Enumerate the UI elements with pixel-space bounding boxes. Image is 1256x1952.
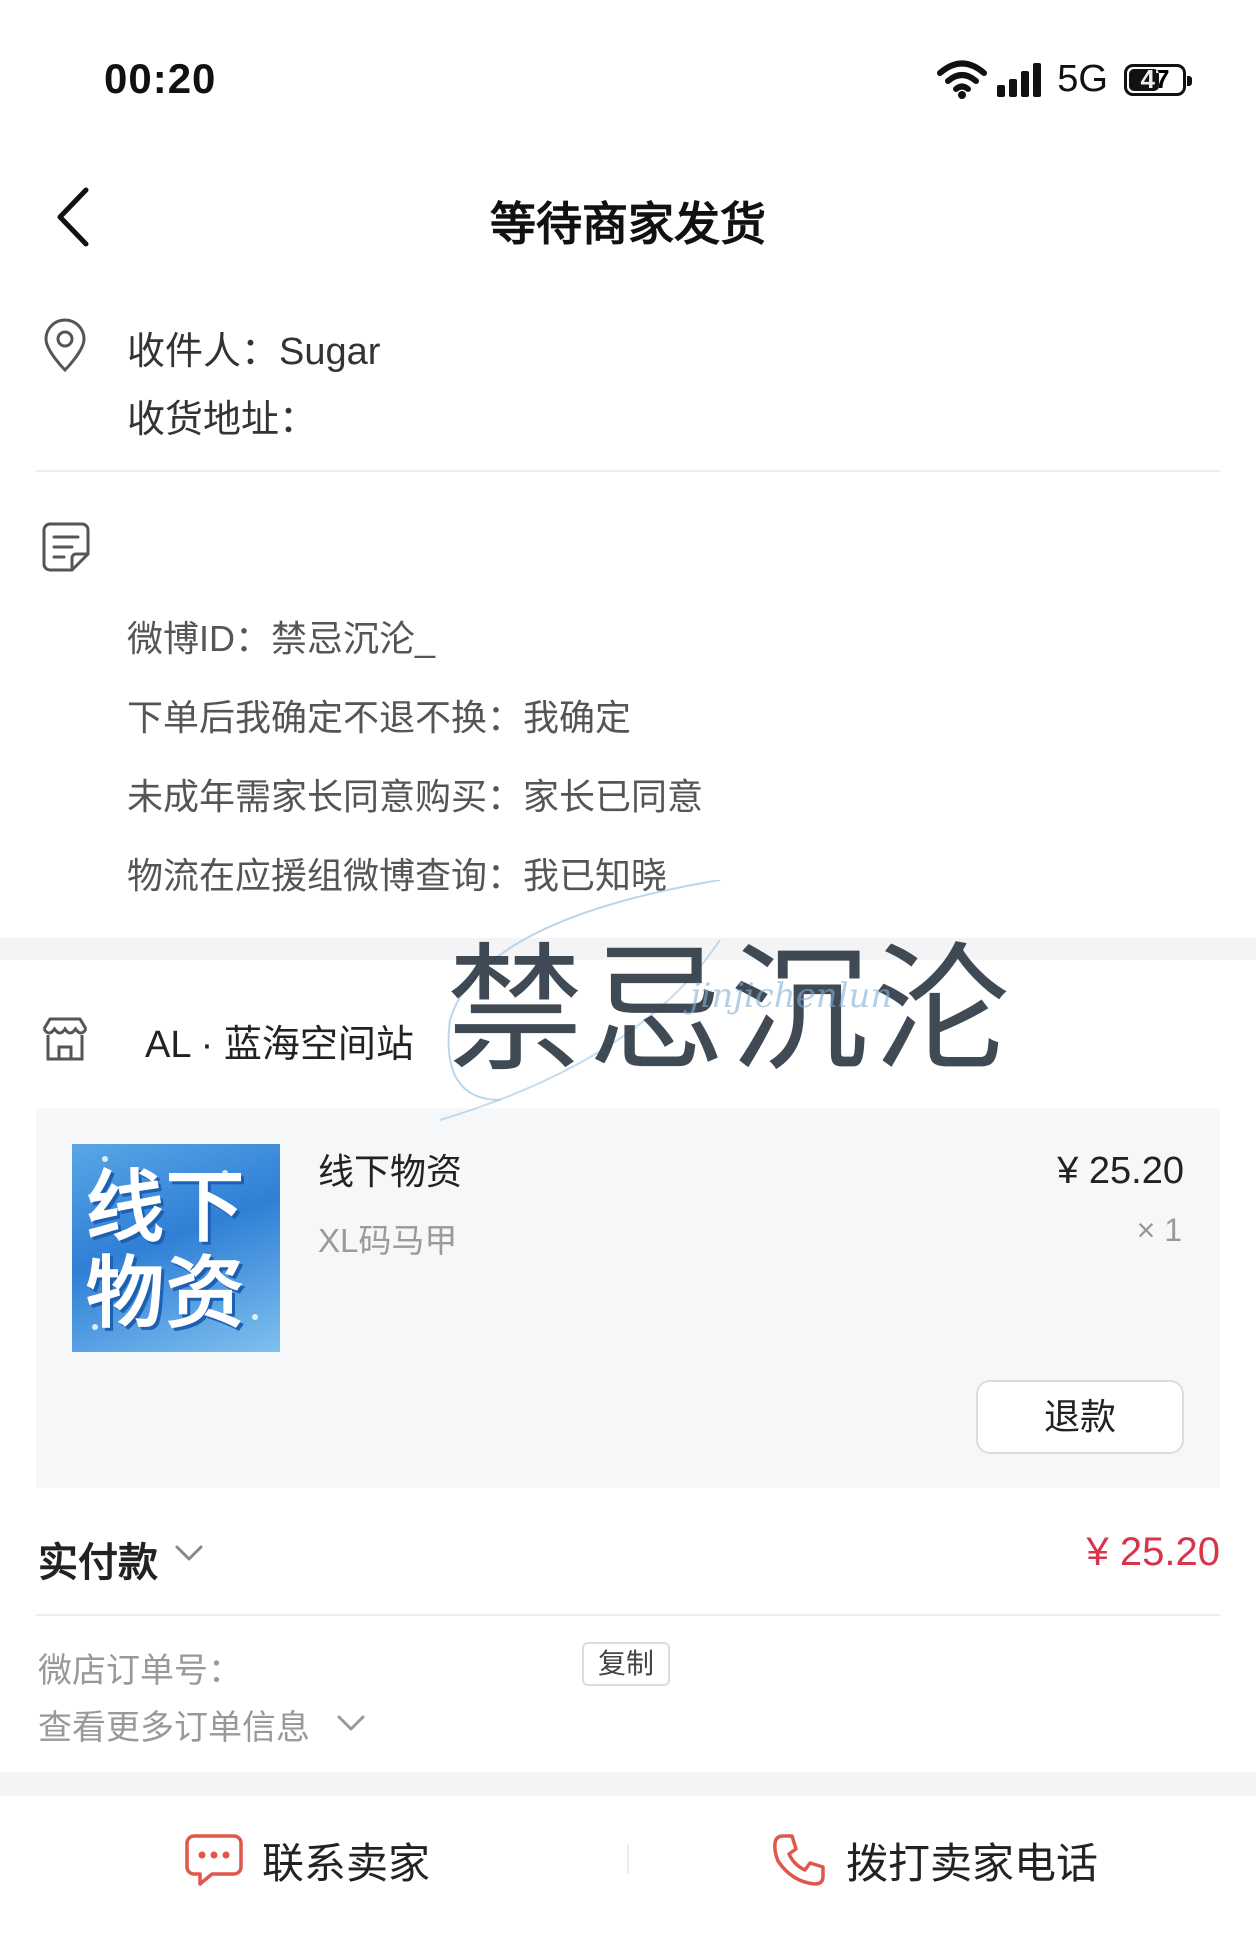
chat-bubble-icon — [185, 1834, 243, 1886]
watermark-script: jinjichenlun — [690, 976, 893, 1016]
chevron-down-icon[interactable] — [172, 1536, 206, 1570]
call-seller-button[interactable]: 拨打卖家电话 — [770, 1820, 1098, 1900]
shop-name[interactable]: AL · 蓝海空间站 — [145, 1013, 414, 1068]
battery-icon: 47 — [1124, 63, 1192, 96]
remark-line: 未成年需家长同意购买：家长已同意 — [127, 776, 704, 817]
phone-icon — [773, 1834, 825, 1886]
product-name: 线下物资 — [318, 1151, 463, 1192]
contact-seller-button[interactable]: 联系卖家 — [184, 1820, 430, 1900]
section-gap — [0, 938, 1256, 960]
status-indicators: 5G 47 — [937, 58, 1192, 101]
remark-line: 物流在应援组微博查询：我已知晓 — [127, 855, 668, 896]
chevron-down-icon[interactable] — [334, 1706, 368, 1740]
address-section[interactable]: 收件人：Sugar 收货地址： — [0, 300, 1256, 470]
divider — [627, 1844, 629, 1874]
call-seller-label: 拨打卖家电话 — [846, 1839, 1099, 1887]
product-card[interactable]: 线下物资 线下物资 XL码马甲 ¥ 25.20 × 1 退款 — [36, 1108, 1220, 1488]
network-type: 5G — [1057, 58, 1108, 100]
refund-button[interactable]: 退款 — [976, 1380, 1184, 1454]
location-pin-icon — [44, 318, 86, 373]
watermark-swirl — [440, 880, 721, 1121]
watermark-text: 禁忌沉沦 — [446, 930, 1015, 1091]
page-title: 等待商家发货 — [490, 198, 766, 250]
address-label: 收货地址： — [127, 399, 318, 441]
bottom-action-bar: 联系卖家 拨打卖家电话 — [0, 1796, 1256, 1924]
remark-line: 下单后我确定不退不换：我确定 — [127, 697, 632, 738]
cellular-signal-icon — [997, 62, 1042, 97]
wifi-icon — [937, 60, 988, 99]
shop-icon — [42, 1017, 88, 1061]
product-thumbnail: 线下物资 — [72, 1144, 280, 1352]
product-quantity: × 1 — [1136, 1212, 1182, 1248]
more-order-info-link[interactable]: 查看更多订单信息 — [38, 1700, 310, 1749]
product-price: ¥ 25.20 — [1057, 1150, 1184, 1192]
contact-seller-label: 联系卖家 — [262, 1839, 431, 1887]
battery-level: 47 — [1140, 63, 1170, 94]
paid-label: 实付款 — [38, 1541, 158, 1585]
status-bar: 00:20 5G 47 — [0, 0, 1256, 140]
section-gap — [0, 1772, 1256, 1796]
recipient-name: 收件人：Sugar — [127, 331, 381, 373]
order-number-label: 微店订单号： — [38, 1652, 242, 1690]
status-time: 00:20 — [104, 55, 217, 102]
nav-bar: 等待商家发货 — [0, 160, 1256, 270]
divider — [36, 1614, 1220, 1616]
copy-button[interactable]: 复制 — [582, 1642, 670, 1686]
product-spec: XL码马甲 — [318, 1222, 458, 1259]
remark-line: 微博ID：禁忌沉沦_ — [127, 618, 436, 659]
watermark: 禁忌沉沦 jinjichenlun — [440, 880, 1080, 1140]
product-thumbnail-text: 线下物资 — [86, 1163, 247, 1337]
paid-amount: ¥ 25.20 — [1086, 1530, 1220, 1574]
divider — [36, 470, 1220, 472]
note-icon — [42, 522, 90, 572]
